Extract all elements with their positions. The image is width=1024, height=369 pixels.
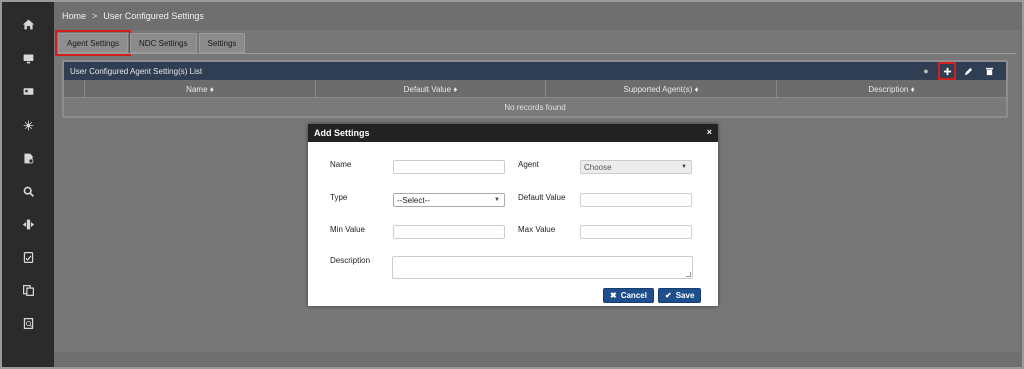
column-supported-agents[interactable]: Supported Agent(s) ♦ [545, 80, 776, 98]
description-label: Description [330, 256, 371, 265]
dialog-header: Add Settings × [308, 124, 718, 142]
cancel-button-label: Cancel [620, 291, 647, 300]
app-window: Home > User Configured Settings Agent Se… [0, 0, 1024, 369]
check-icon: ✔ [665, 291, 672, 300]
grid-columns: Name ♦ Default Value ♦ Supported Agent(s… [64, 80, 1006, 98]
type-select[interactable]: --Select-- ▼ [393, 193, 505, 207]
network-icon [23, 120, 33, 130]
breadcrumb: Home > User Configured Settings [62, 11, 204, 21]
type-select-value: --Select-- [397, 195, 430, 205]
breadcrumb-home[interactable]: Home [62, 11, 86, 21]
add-settings-dialog: Add Settings × Name Agent Choose ▼ Type … [308, 124, 718, 306]
sidebar-item-network[interactable] [2, 115, 54, 135]
grid-title: User Configured Agent Setting(s) List [70, 66, 203, 76]
agent-select-value: Choose [584, 162, 612, 172]
flow-icon [22, 219, 34, 229]
column-name[interactable]: Name ♦ [84, 80, 315, 98]
cancel-button[interactable]: ✖ Cancel [603, 288, 654, 303]
empty-message: No records found [504, 102, 566, 112]
chevron-down-icon: ▼ [494, 197, 500, 203]
breadcrumb-current: User Configured Settings [103, 11, 204, 21]
tab-divider [58, 53, 1016, 54]
documents-icon [22, 284, 34, 296]
min-value-label: Min Value [330, 225, 365, 234]
search-icon [23, 186, 34, 197]
close-icon[interactable]: × [707, 127, 712, 137]
column-description[interactable]: Description ♦ [776, 80, 1006, 98]
agent-select[interactable]: Choose ▼ [580, 160, 692, 174]
sidebar [2, 2, 54, 367]
sidebar-item-documents[interactable] [2, 280, 54, 300]
sidebar-item-document[interactable] [2, 247, 54, 267]
tab-bar: Agent Settings NDC Settings Settings [54, 30, 246, 56]
document-icon [23, 251, 33, 263]
save-button-label: Save [675, 291, 695, 300]
tab-agent-settings[interactable]: Agent Settings [54, 30, 132, 56]
name-field[interactable] [393, 160, 505, 174]
tab-settings[interactable]: Settings [198, 33, 246, 53]
close-icon: ✖ [610, 291, 617, 300]
description-field[interactable] [392, 256, 693, 279]
sidebar-item-report[interactable] [2, 148, 54, 168]
home-icon [22, 19, 34, 29]
max-value-field[interactable] [580, 225, 692, 239]
audit-icon [23, 317, 33, 329]
edit-icon[interactable] [961, 64, 975, 78]
breadcrumb-separator: > [92, 11, 98, 21]
settings-grid: User Configured Agent Setting(s) List ● [62, 60, 1008, 118]
help-icon[interactable]: ● [919, 64, 933, 78]
card-icon [23, 87, 33, 95]
column-select [64, 80, 84, 98]
resize-handle[interactable] [686, 272, 691, 277]
tab-ndc-settings[interactable]: NDC Settings [130, 33, 197, 53]
sidebar-item-flow[interactable] [2, 214, 54, 234]
grid-header: User Configured Agent Setting(s) List ● [64, 62, 1006, 80]
sidebar-item-monitor[interactable] [2, 48, 54, 68]
grid-toolbar: ● [919, 62, 996, 80]
save-button[interactable]: ✔ Save [658, 288, 702, 303]
name-label: Name [330, 160, 352, 169]
default-value-label: Default Value [518, 193, 566, 202]
sidebar-item-card[interactable] [2, 81, 54, 101]
add-icon[interactable] [938, 62, 956, 80]
max-value-label: Max Value [518, 225, 556, 234]
min-value-field[interactable] [393, 225, 505, 239]
delete-icon[interactable] [982, 64, 996, 78]
sidebar-item-home[interactable] [2, 14, 54, 34]
monitor-icon [23, 53, 33, 63]
chevron-down-icon: ▼ [681, 164, 687, 170]
report-icon [23, 153, 33, 163]
type-label: Type [330, 193, 348, 202]
default-value-field[interactable] [580, 193, 692, 207]
agent-label: Agent [518, 160, 539, 169]
sidebar-item-audit[interactable] [2, 313, 54, 333]
column-default-value[interactable]: Default Value ♦ [315, 80, 545, 98]
sidebar-item-search[interactable] [2, 181, 54, 201]
dialog-title: Add Settings [314, 128, 370, 138]
